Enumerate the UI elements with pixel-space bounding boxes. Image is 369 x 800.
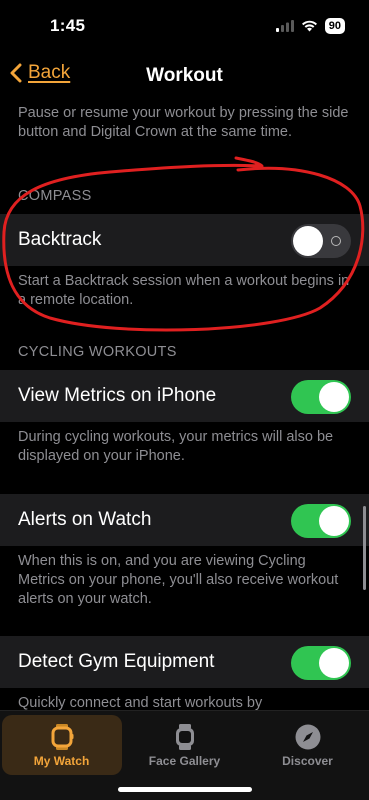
tab-my-watch[interactable]: My Watch: [0, 711, 123, 775]
backtrack-row[interactable]: Backtrack: [0, 214, 369, 266]
tab-label-my-watch: My Watch: [33, 754, 90, 768]
tab-discover[interactable]: Discover: [246, 711, 369, 771]
tab-label-face-gallery: Face Gallery: [148, 754, 221, 768]
tab-bar: My Watch Face Gallery Discover: [0, 710, 369, 800]
face-gallery-icon: [175, 724, 194, 750]
toggle-knob: [293, 226, 323, 256]
status-bar: 1:45 90: [0, 0, 369, 54]
alerts-toggle[interactable]: [291, 504, 351, 538]
detect-gym-row[interactable]: Detect Gym Equipment: [0, 636, 369, 688]
compass-section-header: COMPASS: [18, 188, 92, 204]
cycling-section-header: CYCLING WORKOUTS: [18, 344, 177, 360]
backtrack-toggle[interactable]: [291, 224, 351, 258]
status-time: 1:45: [50, 16, 86, 35]
tab-face-gallery[interactable]: Face Gallery: [123, 711, 246, 771]
backtrack-footer: Start a Backtrack session when a workout…: [18, 273, 350, 308]
alerts-row[interactable]: Alerts on Watch: [0, 494, 369, 546]
toggle-knob: [319, 648, 349, 678]
detect-gym-toggle[interactable]: [291, 646, 351, 680]
cellular-signal-icon: [275, 20, 294, 32]
toggle-off-indicator: [331, 236, 341, 246]
pause-footer: Pause or resume your workout by pressing…: [18, 105, 349, 140]
compass-icon: [295, 724, 320, 750]
view-metrics-toggle[interactable]: [291, 380, 351, 414]
status-icons: 90: [275, 18, 345, 34]
page-title: Workout: [146, 65, 223, 86]
watch-icon: [51, 724, 73, 750]
settings-list[interactable]: Pause or resume your workout by pressing…: [0, 98, 369, 710]
scrollbar[interactable]: [363, 506, 366, 590]
tab-label-discover: Discover: [282, 754, 333, 768]
view-metrics-row[interactable]: View Metrics on iPhone: [0, 370, 369, 422]
detect-gym-footer: Quickly connect and start workouts by: [18, 695, 263, 710]
alerts-footer: When this is on, and you are viewing Cyc…: [18, 553, 339, 607]
nav-bar: Back Workout: [0, 54, 369, 98]
view-metrics-footer: During cycling workouts, your metrics wi…: [18, 429, 334, 464]
toggle-knob: [319, 506, 349, 536]
home-indicator[interactable]: [118, 787, 252, 792]
toggle-knob: [319, 382, 349, 412]
battery-indicator: 90: [324, 18, 345, 34]
wifi-icon: [301, 20, 317, 32]
